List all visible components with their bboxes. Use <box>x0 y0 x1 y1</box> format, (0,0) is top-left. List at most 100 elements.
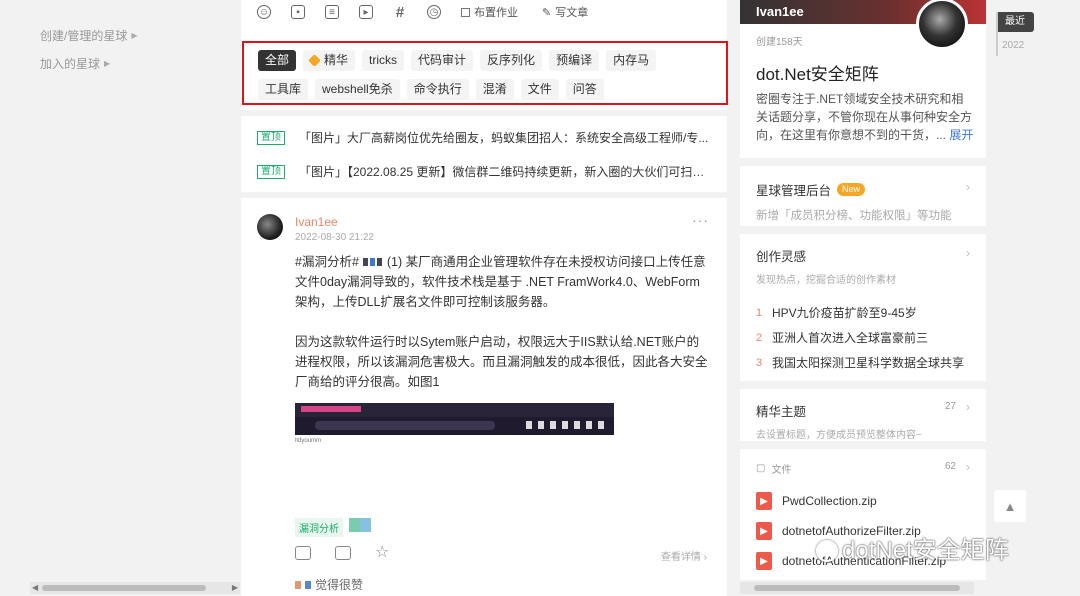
chevron-right-icon[interactable]: › <box>966 246 970 260</box>
nav-joined-stars-label: 加入的星球 <box>40 57 101 71</box>
trending-text: HPV九价疫苗扩龄至9-45岁 <box>772 306 917 320</box>
liked-text: 觉得很赞 <box>315 578 364 592</box>
admin-title-row: 星球管理后台 New <box>756 180 970 199</box>
trending-list: 1 HPV九价疫苗扩龄至9-45岁 2 亚洲人首次进入全球富豪前三 3 我国太阳… <box>756 300 970 375</box>
post-paragraph: 因为这款软件运行时以Sytem账户启动，权限远大于IIS默认给.NET账户的进程… <box>295 335 708 389</box>
cover-title: Ivan1ee <box>756 4 804 19</box>
write-article-button[interactable]: ✎ 写文章 <box>542 4 588 20</box>
scrollbar-thumb[interactable] <box>42 585 206 591</box>
image-urlbar <box>315 421 495 430</box>
main-feed: ☺ ▪ ≡ ▸ # ◷ 布置作业 ✎ 写文章 全部 精华 tricks 代码审计… <box>241 0 728 596</box>
tag-tricks[interactable]: tricks <box>362 50 405 71</box>
scroll-right-arrow-icon[interactable]: ▶ <box>232 582 238 594</box>
comment-icon[interactable] <box>335 546 351 560</box>
pinned-badge: 置顶 <box>257 130 285 145</box>
files-title: 文件 <box>771 465 792 476</box>
tag-code-audit[interactable]: 代码审计 <box>411 50 474 71</box>
star-icon[interactable]: ☆ <box>375 545 391 561</box>
tag-toolkit[interactable]: 工具库 <box>258 79 309 100</box>
admin-title: 星球管理后台 <box>756 184 832 198</box>
image-icon[interactable]: ▪ <box>291 5 305 19</box>
files-title-row[interactable]: ▢ 文件 <box>756 461 970 476</box>
post-content: #漏洞分析# (1) 某厂商通用企业管理软件存在未授权访问接口上传任意文件0da… <box>295 252 711 412</box>
hashtag-icon[interactable]: # <box>393 4 407 21</box>
composer-toolbar: ☺ ▪ ≡ ▸ # ◷ 布置作业 ✎ 写文章 全部 精华 tricks 代码审计… <box>241 0 728 110</box>
star-description-text: 密圈专注于.NET领域安全技术研究和相关话题分享，不管你现在从事何种安全方向，在… <box>756 92 973 142</box>
pdf-icon: ▶ <box>756 522 772 540</box>
assign-homework-label: 布置作业 <box>474 7 518 19</box>
chevron-right-icon[interactable]: › <box>966 460 970 474</box>
star-name: dot.Net安全矩阵 <box>756 65 879 84</box>
chevron-right-icon: › <box>966 180 970 194</box>
more-options-icon[interactable]: ··· <box>692 212 709 228</box>
scrollbar-thumb[interactable] <box>754 585 960 591</box>
star-avatar[interactable] <box>916 0 968 50</box>
file-icon[interactable]: ≡ <box>325 5 339 19</box>
expand-link[interactable]: 展开 <box>949 128 973 142</box>
image-tab <box>301 406 361 412</box>
image-caption: ltdyoumm <box>295 438 322 444</box>
tag-essence-label: 精华 <box>324 53 349 67</box>
inspiration-title[interactable]: 创作灵感 <box>756 246 970 265</box>
right-horizontal-scrollbar[interactable] <box>740 582 974 594</box>
pdf-icon: ▶ <box>756 492 772 510</box>
tag-essence[interactable]: 精华 <box>303 50 356 71</box>
tag-obfuscation[interactable]: 混淆 <box>475 79 514 100</box>
author-avatar[interactable] <box>257 214 283 240</box>
tag-precompile[interactable]: 预编译 <box>549 50 600 71</box>
tag-files[interactable]: 文件 <box>520 79 559 100</box>
author-name[interactable]: Ivan1ee <box>295 215 338 229</box>
assign-homework-button[interactable]: 布置作业 <box>461 4 518 20</box>
likes-summary: 觉得很赞 <box>295 576 363 593</box>
trending-rank: 3 <box>756 356 763 369</box>
tag-webshell-evasion[interactable]: webshell免杀 <box>315 79 400 100</box>
inspiration-subtitle: 发现热点，挖掘合适的创作素材 <box>756 275 896 286</box>
scroll-left-arrow-icon[interactable]: ◀ <box>32 582 38 594</box>
timeline-year[interactable]: 2022 <box>996 40 1034 51</box>
left-sidebar: 创建/管理的星球 ▶ 加入的星球 ▶ <box>40 22 230 78</box>
trending-item[interactable]: 2 亚洲人首次进入全球富豪前三 <box>756 325 970 350</box>
liker-avatar <box>295 580 301 589</box>
like-icon[interactable] <box>295 546 311 560</box>
pinned-post[interactable]: 置顶 「图片」【2022.08.25 更新】微信群二维码持续更新，新入圈的大伙们… <box>257 163 711 180</box>
nav-joined-stars[interactable]: 加入的星球 ▶ <box>40 50 230 78</box>
tag-memshell[interactable]: 内存马 <box>606 50 657 71</box>
post-paragraph: #漏洞分析# (1) 某厂商通用企业管理软件存在未授权访问接口上传任意文件0da… <box>295 252 711 312</box>
emoji-icon[interactable]: ☺ <box>257 5 271 19</box>
tag-all[interactable]: 全部 <box>258 50 297 71</box>
admin-subtitle: 新增「成员积分榜、功能权限」等功能 <box>756 210 952 222</box>
timeline-line <box>996 12 998 56</box>
emoji-icon <box>363 258 369 266</box>
timeline-recent[interactable]: 最近 <box>996 12 1034 32</box>
post-image[interactable] <box>295 403 614 435</box>
left-horizontal-scrollbar[interactable]: ◀ ▶ <box>30 582 240 594</box>
timeline-nav: 最近 2022 <box>996 12 1034 56</box>
admin-panel-card[interactable]: 星球管理后台 New 新增「成员积分榜、功能权限」等功能 › <box>740 166 986 226</box>
watermark-text: dotNet安全矩阵 <box>842 537 1009 564</box>
video-icon[interactable]: ▸ <box>359 5 373 19</box>
post-actions: ☆ <box>295 545 391 561</box>
post-topic-tag[interactable]: 漏洞分析 <box>295 518 343 537</box>
file-item[interactable]: ▶ PwdCollection.zip <box>756 486 970 516</box>
trending-item[interactable]: 3 我国太阳探测卫星科学数据全球共享 <box>756 350 970 375</box>
trending-item[interactable]: 1 HPV九价疫苗扩龄至9-45岁 <box>756 300 970 325</box>
post-tag-emoji <box>349 518 371 532</box>
checkbox-icon <box>461 7 470 17</box>
tag-qa[interactable]: 问答 <box>565 79 604 100</box>
pen-icon: ✎ <box>542 6 552 19</box>
essence-subtitle: 去设置标题，方便成员预览整体内容~ <box>756 430 922 441</box>
post-hashtag[interactable]: #漏洞分析# <box>295 255 359 269</box>
view-details-link[interactable]: 查看详情 › <box>661 548 707 563</box>
tag-deserialization[interactable]: 反序列化 <box>480 50 543 71</box>
essence-topics-card[interactable]: 精华主题 去设置标题，方便成员预览整体内容~ 27 › <box>740 389 986 441</box>
pinned-post[interactable]: 置顶 「图片」大厂高薪岗位优先给圈友，蚂蚁集团招人：系统安全高级工程师/专... <box>257 129 711 146</box>
file-icon: ▢ <box>756 463 766 474</box>
watermark: dotNet安全矩阵 <box>816 530 1009 565</box>
back-to-top-button[interactable]: ▲ <box>994 490 1026 522</box>
inspiration-card: 创作灵感 发现热点，挖掘合适的创作素材 › 1 HPV九价疫苗扩龄至9-45岁 … <box>740 234 986 381</box>
clock-icon[interactable]: ◷ <box>427 5 441 19</box>
tag-command-exec[interactable]: 命令执行 <box>406 79 469 100</box>
image-toolbar-icons <box>526 421 606 429</box>
pinned-posts: 置顶 「图片」大厂高薪岗位优先给圈友，蚂蚁集团招人：系统安全高级工程师/专...… <box>241 116 727 192</box>
nav-created-stars[interactable]: 创建/管理的星球 ▶ <box>40 22 230 50</box>
